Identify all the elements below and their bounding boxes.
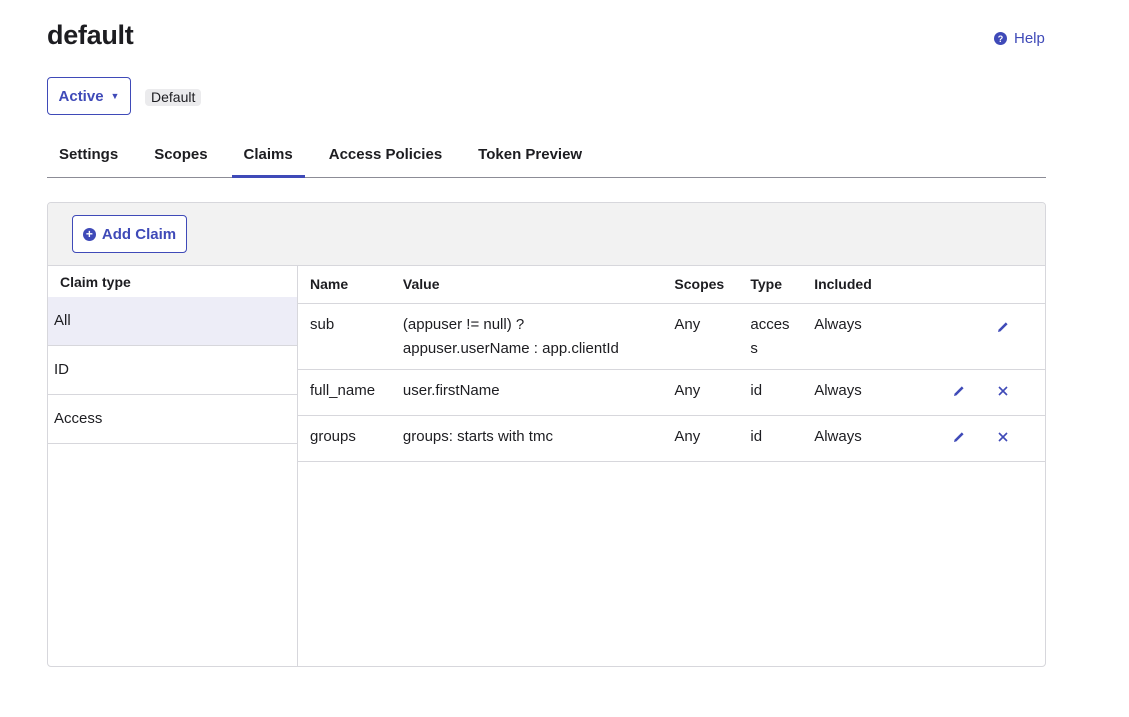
- edit-cell: [921, 415, 980, 462]
- claim-value: user.firstName: [390, 369, 663, 416]
- claims-table: Name Value Scopes Type Included sub (app…: [298, 266, 1045, 462]
- page-title: default: [47, 20, 134, 50]
- claims-table-container: Name Value Scopes Type Included sub (app…: [298, 266, 1045, 666]
- table-row: sub (appuser != null) ? appuser.userName…: [298, 303, 1045, 370]
- edit-cell: [979, 303, 1045, 370]
- table-row: groups groups: starts with tmc Any id Al…: [298, 415, 1045, 462]
- close-icon[interactable]: [995, 383, 1011, 399]
- claim-type-header: Claim type: [60, 274, 131, 290]
- claim-type-all[interactable]: All: [48, 297, 297, 346]
- claim-value: (appuser != null) ? appuser.userName : a…: [390, 303, 663, 370]
- claims-panel: + Add Claim Claim type All ID Access Nam…: [47, 202, 1046, 667]
- claim-included: Always: [802, 303, 922, 370]
- claim-type-list: Claim type All ID Access: [48, 266, 298, 666]
- tab-settings[interactable]: Settings: [47, 133, 130, 177]
- delete-cell: [979, 369, 1045, 416]
- status-dropdown[interactable]: Active ▼: [47, 77, 131, 115]
- table-row: full_name user.firstName Any id Always: [298, 369, 1045, 416]
- help-label: Help: [1014, 30, 1045, 47]
- edit-cell: [921, 303, 980, 370]
- claim-scopes: Any: [662, 415, 739, 462]
- claim-value: groups: starts with tmc: [390, 415, 663, 462]
- add-claim-label: Add Claim: [101, 225, 177, 243]
- claim-type-id[interactable]: ID: [48, 346, 297, 395]
- panel-toolbar: + Add Claim: [48, 203, 1045, 266]
- column-header-name: Name: [298, 266, 391, 304]
- help-circle-icon: ?: [994, 32, 1007, 45]
- claim-type: id: [738, 415, 803, 462]
- delete-cell: [979, 415, 1045, 462]
- pencil-icon[interactable]: [951, 383, 967, 399]
- status-selected-label: Active: [58, 87, 104, 105]
- column-header-delete: [979, 266, 1045, 304]
- tab-claims[interactable]: Claims: [231, 133, 305, 178]
- table-header-row: Name Value Scopes Type Included: [298, 266, 1045, 304]
- pencil-icon[interactable]: [951, 429, 967, 445]
- claim-scopes: Any: [662, 303, 739, 370]
- claim-included: Always: [802, 415, 922, 462]
- close-icon[interactable]: [995, 429, 1011, 445]
- column-header-value: Value: [390, 266, 663, 304]
- claim-type-access[interactable]: Access: [48, 395, 297, 444]
- column-header-scopes: Scopes: [662, 266, 739, 304]
- plus-circle-icon: +: [82, 227, 96, 241]
- column-header-edit: [921, 266, 980, 304]
- edit-cell: [921, 369, 980, 416]
- claim-name: full_name: [298, 369, 391, 416]
- pencil-icon[interactable]: [995, 319, 1011, 335]
- tab-access-policies[interactable]: Access Policies: [317, 133, 454, 177]
- add-claim-button[interactable]: + Add Claim: [72, 215, 187, 253]
- claim-type: id: [738, 369, 803, 416]
- column-header-type: Type: [738, 266, 803, 304]
- column-header-included: Included: [802, 266, 922, 304]
- claim-name: sub: [298, 303, 391, 370]
- panel-body: Claim type All ID Access Name Value Scop…: [48, 266, 1045, 666]
- claim-name: groups: [298, 415, 391, 462]
- claim-scopes: Any: [662, 369, 739, 416]
- claim-included: Always: [802, 369, 922, 416]
- tab-token-preview[interactable]: Token Preview: [466, 133, 594, 177]
- help-link[interactable]: ? Help: [994, 30, 1045, 47]
- caret-down-icon: ▼: [110, 91, 120, 101]
- default-badge: Default: [145, 89, 202, 106]
- claim-type: access: [738, 303, 803, 370]
- tab-bar: Settings Scopes Claims Access Policies T…: [47, 133, 1046, 178]
- tab-scopes[interactable]: Scopes: [142, 133, 219, 177]
